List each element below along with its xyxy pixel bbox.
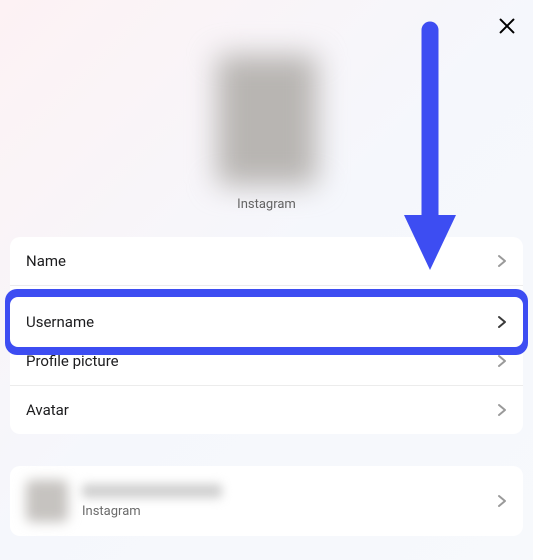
- row-avatar[interactable]: Avatar: [10, 385, 523, 434]
- chevron-right-icon: [497, 254, 507, 268]
- row-label: Username: [26, 313, 94, 331]
- account-name-redacted: [82, 484, 222, 498]
- annotation-highlight: Username: [5, 289, 528, 355]
- row-label: Avatar: [26, 401, 69, 419]
- linked-account-card[interactable]: Instagram: [10, 466, 523, 536]
- row-label: Name: [26, 252, 66, 270]
- row-name[interactable]: Name: [10, 237, 523, 285]
- account-thumbnail: [26, 480, 68, 522]
- close-button[interactable]: [496, 15, 518, 41]
- profile-picture-preview: [217, 55, 317, 185]
- account-info: Instagram: [82, 484, 497, 519]
- chevron-right-icon: [497, 354, 507, 368]
- row-username[interactable]: Username: [10, 297, 523, 347]
- chevron-right-icon: [497, 403, 507, 417]
- account-platform: Instagram: [82, 504, 497, 519]
- profile-caption: Instagram: [237, 197, 296, 212]
- profile-section: Instagram: [0, 0, 533, 212]
- chevron-right-icon: [497, 494, 507, 508]
- chevron-right-icon: [497, 315, 507, 329]
- close-icon: [496, 22, 518, 41]
